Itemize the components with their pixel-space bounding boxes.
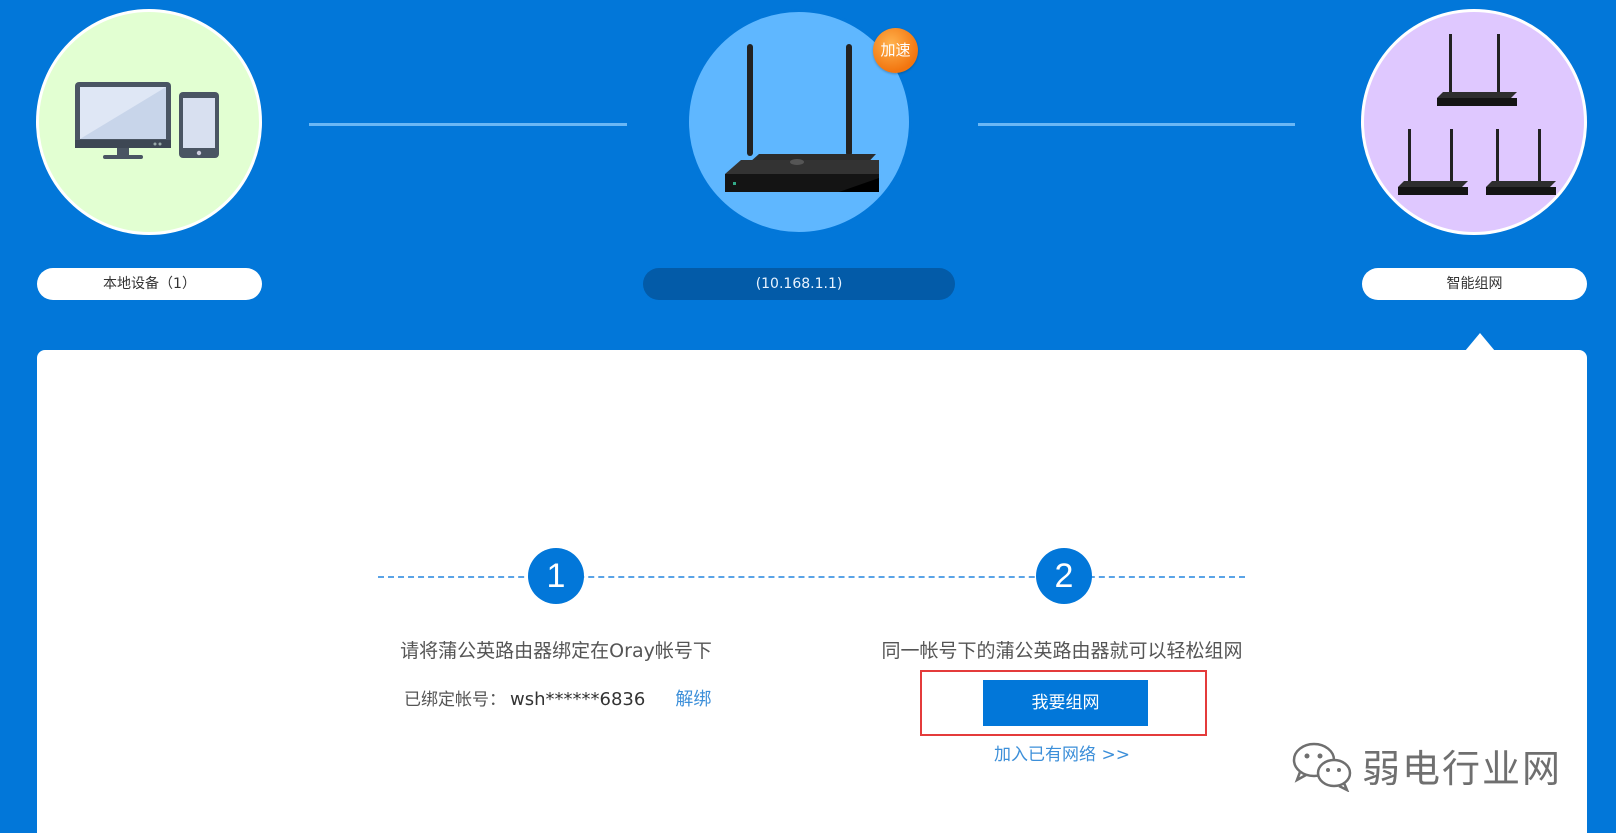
accelerate-badge[interactable]: 加速 [873,28,918,73]
unbind-link[interactable]: 解绑 [675,689,711,710]
wechat-icon [1292,742,1352,792]
smart-mesh-node[interactable] [1361,9,1587,235]
link-line-left [309,123,627,126]
bound-account-row: 已绑定帐号： wsh******6836 解绑 [404,685,711,711]
devices-icon [75,82,219,159]
step-2-number: 2 [1036,548,1092,604]
step-2-description: 同一帐号下的蒲公英路由器就可以轻松组网 [881,640,1243,662]
bound-account-label: 已绑定帐号： [404,690,506,710]
local-devices-node[interactable] [36,9,262,235]
steps-connector [378,576,1245,578]
local-devices-label[interactable]: 本地设备（1） [37,268,262,300]
watermark: 弱电行业网 [1290,738,1562,793]
router-ip-label[interactable]: (10.168.1.1) [643,268,955,300]
step-1-description: 请将蒲公英路由器绑定在Oray帐号下 [400,640,712,662]
mesh-routers-icon [1398,34,1556,195]
create-network-button[interactable]: 我要组网 [983,680,1148,726]
card-pointer [1465,333,1495,351]
smart-mesh-label[interactable]: 智能组网 [1362,268,1587,300]
step-1-number: 1 [528,548,584,604]
watermark-text: 弱电行业网 [1362,747,1563,791]
join-existing-network-link[interactable]: 加入已有网络 >> [962,740,1162,765]
bound-account-value: wsh******6836 [510,689,646,710]
link-line-right [978,123,1295,126]
